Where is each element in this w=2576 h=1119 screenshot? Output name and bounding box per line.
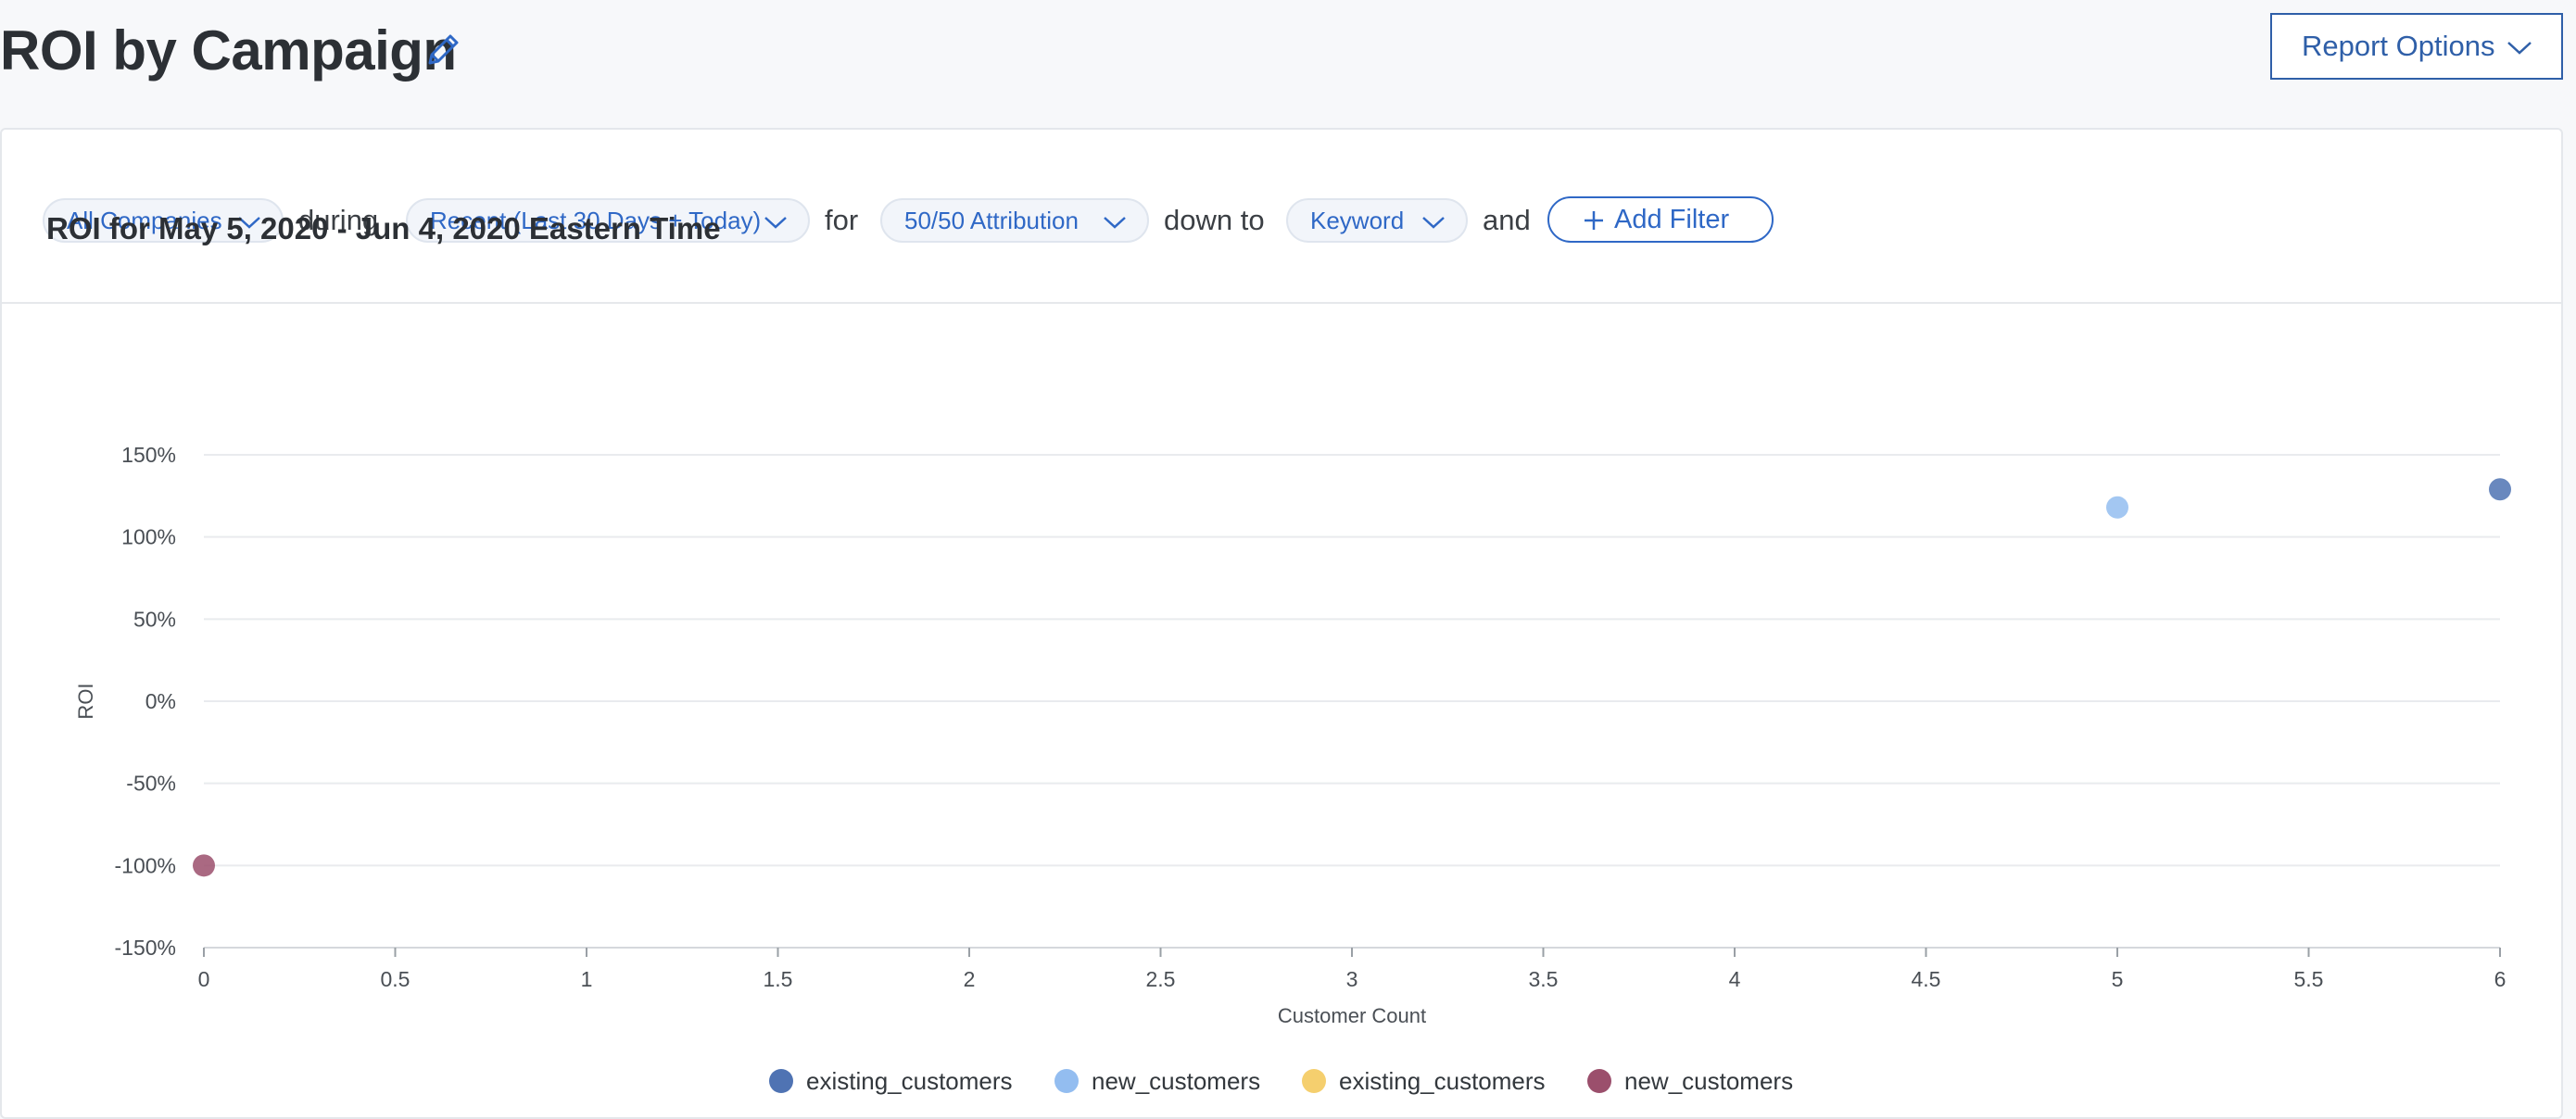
x-axis-label: Customer Count bbox=[1278, 1004, 1426, 1027]
y-tick-label: 0% bbox=[145, 689, 176, 713]
chart-gridlines bbox=[204, 454, 2500, 949]
x-tick-label: 2 bbox=[964, 967, 976, 991]
y-tick-label: -100% bbox=[115, 853, 176, 877]
roi-scatter-chart: 150% 100% 50% 0% -50% -100% -150% 0 0.5 1 1.5 2 2.5… bbox=[74, 443, 2511, 1095]
y-tick-label: 100% bbox=[121, 525, 176, 549]
chart-legend: existing_customers new_customers existing_… bbox=[769, 1067, 1793, 1095]
x-tick-label: 3.5 bbox=[1529, 967, 1559, 991]
scatter-point[interactable] bbox=[2106, 496, 2128, 519]
legend-swatch bbox=[1587, 1069, 1611, 1093]
legend-item[interactable]: existing_customers bbox=[769, 1067, 1013, 1095]
y-axis-label: ROI bbox=[74, 683, 97, 719]
legend-swatch bbox=[769, 1069, 793, 1093]
legend-label: new_customers bbox=[1092, 1067, 1260, 1095]
x-tick-label: 1 bbox=[581, 967, 593, 991]
x-tick-label: 4.5 bbox=[1912, 967, 1941, 991]
y-tick-label: -50% bbox=[126, 772, 176, 796]
y-tick-label: 150% bbox=[121, 443, 176, 467]
legend-label: new_customers bbox=[1624, 1067, 1793, 1095]
x-tick-label: 0 bbox=[198, 967, 210, 991]
legend-item[interactable]: new_customers bbox=[1587, 1067, 1793, 1095]
legend-label: existing_customers bbox=[806, 1067, 1013, 1095]
x-axis-ticks: 0 0.5 1 1.5 2 2.5 3 3.5 4 4.5 5 5.5 6 bbox=[198, 948, 2507, 991]
x-tick-label: 5 bbox=[2112, 967, 2124, 991]
scatter-point[interactable] bbox=[193, 854, 215, 877]
legend-item[interactable]: new_customers bbox=[1054, 1067, 1260, 1095]
legend-swatch bbox=[1054, 1069, 1079, 1093]
x-tick-label: 2.5 bbox=[1146, 967, 1176, 991]
y-axis-ticks: 150% 100% 50% 0% -50% -100% -150% bbox=[115, 443, 176, 960]
x-tick-label: 6 bbox=[2494, 967, 2507, 991]
scatter-point[interactable] bbox=[2489, 478, 2511, 501]
y-tick-label: 50% bbox=[133, 607, 176, 631]
x-tick-label: 0.5 bbox=[381, 967, 410, 991]
x-tick-label: 1.5 bbox=[764, 967, 793, 991]
x-tick-label: 5.5 bbox=[2294, 967, 2324, 991]
legend-item[interactable]: existing_customers bbox=[1302, 1067, 1546, 1095]
x-tick-label: 4 bbox=[1729, 967, 1741, 991]
legend-swatch bbox=[1302, 1069, 1326, 1093]
legend-label: existing_customers bbox=[1339, 1067, 1546, 1095]
scatter-points bbox=[193, 478, 2511, 877]
y-tick-label: -150% bbox=[115, 936, 176, 960]
x-tick-label: 3 bbox=[1346, 967, 1358, 991]
